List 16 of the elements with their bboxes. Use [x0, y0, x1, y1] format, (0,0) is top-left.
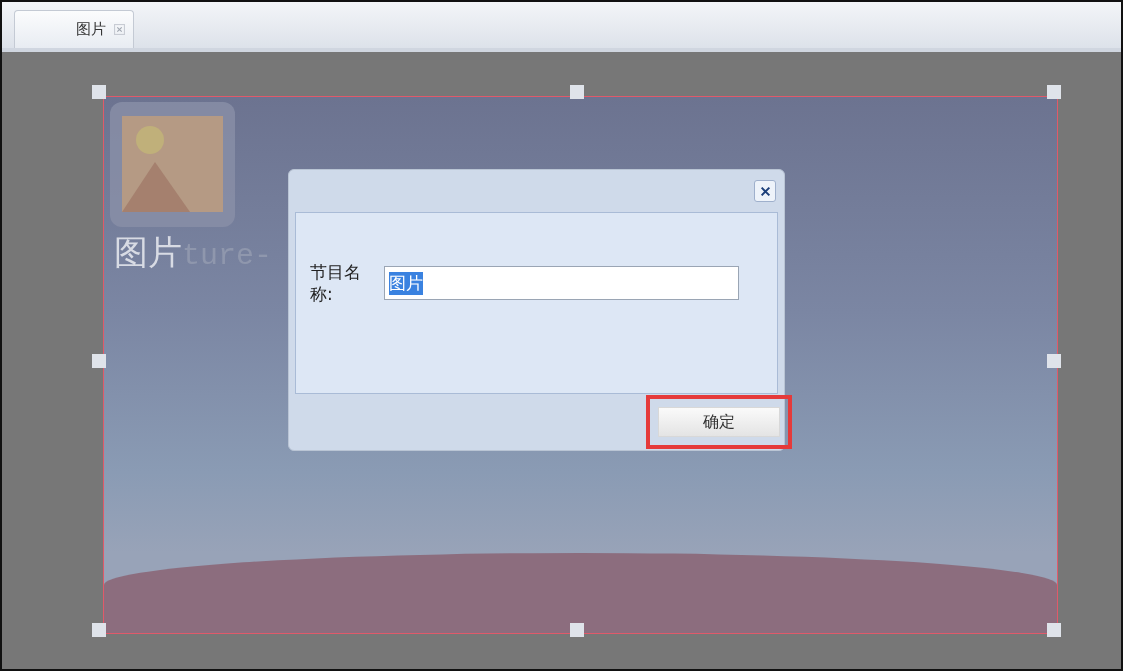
input-field[interactable]: 图片: [384, 266, 739, 300]
resize-handle[interactable]: [1047, 85, 1061, 99]
field-label: 节目名称:: [310, 261, 362, 305]
resize-handle[interactable]: [1047, 623, 1061, 637]
close-icon: [759, 185, 771, 197]
ok-button[interactable]: 确定: [658, 407, 780, 437]
resize-handle[interactable]: [92, 354, 106, 368]
resize-handle[interactable]: [1047, 354, 1061, 368]
close-button[interactable]: [754, 180, 776, 202]
resize-handle[interactable]: [569, 85, 584, 99]
tab[interactable]: 图片: [14, 10, 134, 48]
image-icon: [110, 102, 235, 227]
resize-handle[interactable]: [92, 623, 106, 637]
close-icon[interactable]: [114, 24, 125, 35]
resize-handle[interactable]: [92, 85, 106, 99]
element-label: 图片: [114, 231, 182, 274]
